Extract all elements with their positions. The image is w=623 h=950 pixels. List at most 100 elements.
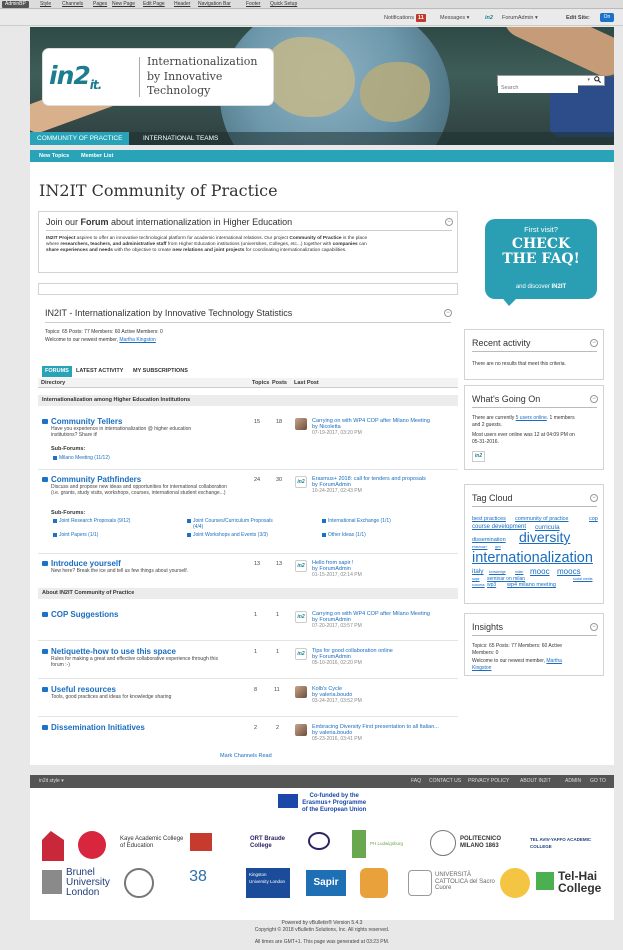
avatar[interactable]: in2 <box>295 476 307 488</box>
admin-link-edit-page[interactable]: Edit Page <box>143 1 165 8</box>
online-user-avatar[interactable]: in2 <box>472 451 485 462</box>
tab-community-of-practice[interactable]: COMMUNITY OF PRACTICE <box>30 132 130 145</box>
section-header: About IN2IT Community of Practice <box>38 588 458 599</box>
chevron-down-icon[interactable]: ▾ <box>587 77 590 83</box>
tab-international-teams[interactable]: INTERNATIONAL TEAMS <box>136 132 225 145</box>
tag-link[interactable]: sapir <box>472 577 480 581</box>
faq-banner[interactable]: First visit? CHECK THE FAQ! and discover … <box>479 214 604 324</box>
avatar[interactable] <box>295 686 307 698</box>
footer-link-admin[interactable]: ADMIN <box>565 775 581 788</box>
tag-link[interactable]: cop <box>589 516 598 522</box>
tag-link[interactable]: knowledge <box>489 570 506 574</box>
forum-title-link[interactable]: COP Suggestions <box>51 610 118 619</box>
admin-link-footer[interactable]: Footer <box>246 1 260 8</box>
tag-link[interactable]: milan <box>515 570 523 574</box>
tag-link[interactable]: mooc <box>530 567 550 576</box>
subforum-link[interactable]: Other Ideas (1/1) <box>322 532 366 538</box>
collapse-icon[interactable]: − <box>590 494 598 502</box>
tag-link[interactable]: course development <box>472 524 526 530</box>
avatar[interactable]: in2 <box>295 560 307 572</box>
footer-link-faq[interactable]: FAQ <box>411 775 421 788</box>
subforum-link[interactable]: International Exchange (1/1) <box>322 518 391 524</box>
forum-intro-widget: Join our Forum about internationalizatio… <box>38 211 458 273</box>
tag-link[interactable]: best practices <box>472 516 506 522</box>
edit-site-toggle[interactable]: On <box>600 13 614 22</box>
subnav-member-list[interactable]: Member List <box>81 150 113 162</box>
tag-link[interactable]: social media <box>573 577 592 581</box>
avatar[interactable] <box>295 724 307 736</box>
footer-link-contact[interactable]: CONTACT US <box>429 775 461 788</box>
partner-logo-image <box>78 831 106 859</box>
tag-link[interactable]: italy <box>472 568 484 575</box>
notifications-label: Notifications <box>384 15 414 21</box>
collapse-icon[interactable]: − <box>590 623 598 631</box>
admin-link-header[interactable]: Header <box>174 1 190 8</box>
partner-kingston: Kingston University London <box>246 868 290 898</box>
avatar[interactable]: in2 <box>295 648 307 660</box>
admin-link-quick-setup[interactable]: Quick Setup <box>270 1 297 8</box>
tag-link[interactable]: diversity <box>519 529 570 545</box>
forum-title-link[interactable]: Community Pathfinders <box>51 475 141 484</box>
divider <box>38 716 458 717</box>
newest-member-link[interactable]: Martha Kingston <box>119 337 155 343</box>
insights-newest: Welcome to our newest member, Martha Kin… <box>472 658 600 672</box>
footer-credits: Powered by vBulletin® Version 5.4.3 Copy… <box>30 920 614 950</box>
tag-link[interactable]: moocs <box>557 567 581 576</box>
admin-link-style[interactable]: Style <box>40 1 51 8</box>
collapse-icon[interactable]: − <box>445 218 453 226</box>
collapse-icon[interactable]: − <box>590 395 598 403</box>
collapse-icon[interactable]: − <box>444 309 452 317</box>
footer-link-about[interactable]: ABOUT IN2IT <box>520 775 551 788</box>
newest-member-link[interactable]: Martha <box>546 658 562 664</box>
admin-link-pages[interactable]: Pages <box>93 1 107 8</box>
tag-link[interactable]: dissemination <box>472 537 506 543</box>
tag-link[interactable]: wp3 <box>487 582 496 588</box>
forum-title-link[interactable]: Netiquette-how to use this space <box>51 647 176 656</box>
last-post-date: 01-15-2017, 02:14 PM <box>312 572 362 578</box>
footer-link-privacy[interactable]: PRIVACY POLICY <box>468 775 509 788</box>
admin-link-new-page[interactable]: New Page <box>112 1 135 8</box>
forum-title-link[interactable]: Community Tellers <box>51 417 122 426</box>
subforum-link[interactable]: Joint Courses/Curriculum Proposals (4/4) <box>187 518 273 530</box>
tab-forums[interactable]: FORUMS <box>42 366 72 377</box>
admin-bp-button[interactable]: AdminBP <box>2 1 29 8</box>
divider <box>45 322 451 323</box>
forum-topics: 24 <box>254 477 261 483</box>
user-menu[interactable]: ForumAdmin ▾ <box>502 14 538 22</box>
avatar[interactable] <box>295 418 307 430</box>
last-post-date: 07-20-2017, 03:57 PM <box>312 623 362 629</box>
search-icon[interactable] <box>592 76 603 85</box>
forum-topics: 8 <box>254 687 258 693</box>
subforum-link[interactable]: Joint Research Proposals (9/12) <box>52 518 130 524</box>
tag-link[interactable]: gen <box>495 545 501 549</box>
style-selector[interactable]: in2it style ▾ <box>39 775 64 788</box>
users-online-link[interactable]: 5 users online <box>516 415 547 421</box>
tag-link[interactable]: community of practice <box>515 516 569 522</box>
subforum-link[interactable]: Milano Meeting (11/12) <box>53 455 110 461</box>
subforum-link[interactable]: Joint Papers (1/1) <box>52 532 98 538</box>
tag-link[interactable]: success <box>472 583 485 587</box>
forum-title-link[interactable]: Useful resources <box>51 685 116 694</box>
tab-my-subscriptions[interactable]: MY SUBSCRIPTIONS <box>130 366 191 377</box>
mark-channels-read-link[interactable]: Mark Channels Read <box>220 753 272 759</box>
col-topics: Topics <box>252 380 270 386</box>
partner-cattolica: UNIVERSITÀ CATTOLICA del Sacro Cuore <box>435 872 495 891</box>
tag-link[interactable]: wp4 milano meeting <box>507 582 556 588</box>
newest-member-link[interactable]: Kingston <box>472 665 600 672</box>
tag-link[interactable]: internationalization <box>472 550 593 566</box>
admin-link-navigation-bar[interactable]: Navigation Bar <box>198 1 231 8</box>
notifications-link[interactable]: Notifications 11 <box>384 14 426 22</box>
search-input[interactable] <box>498 83 578 93</box>
site-logo[interactable]: in2it. Internationalization by Innovativ… <box>43 49 273 105</box>
subnav-new-topics[interactable]: New Topics <box>39 150 69 162</box>
tab-latest-activity[interactable]: LATEST ACTIVITY <box>73 366 126 377</box>
avatar[interactable]: in2 <box>295 611 307 623</box>
forum-link[interactable]: Forum <box>81 217 109 227</box>
admin-link-channels[interactable]: Channels <box>62 1 83 8</box>
collapse-icon[interactable]: − <box>590 339 598 347</box>
tag-link[interactable]: erasmus+ <box>472 545 487 549</box>
forum-title-link[interactable]: Introduce yourself <box>51 559 121 568</box>
messages-link[interactable]: Messages ▾ <box>440 14 469 22</box>
forum-title-link[interactable]: Dissemination Initiatives <box>51 723 145 732</box>
subforum-link[interactable]: Joint Workshops and Events (3/3) <box>187 532 268 538</box>
